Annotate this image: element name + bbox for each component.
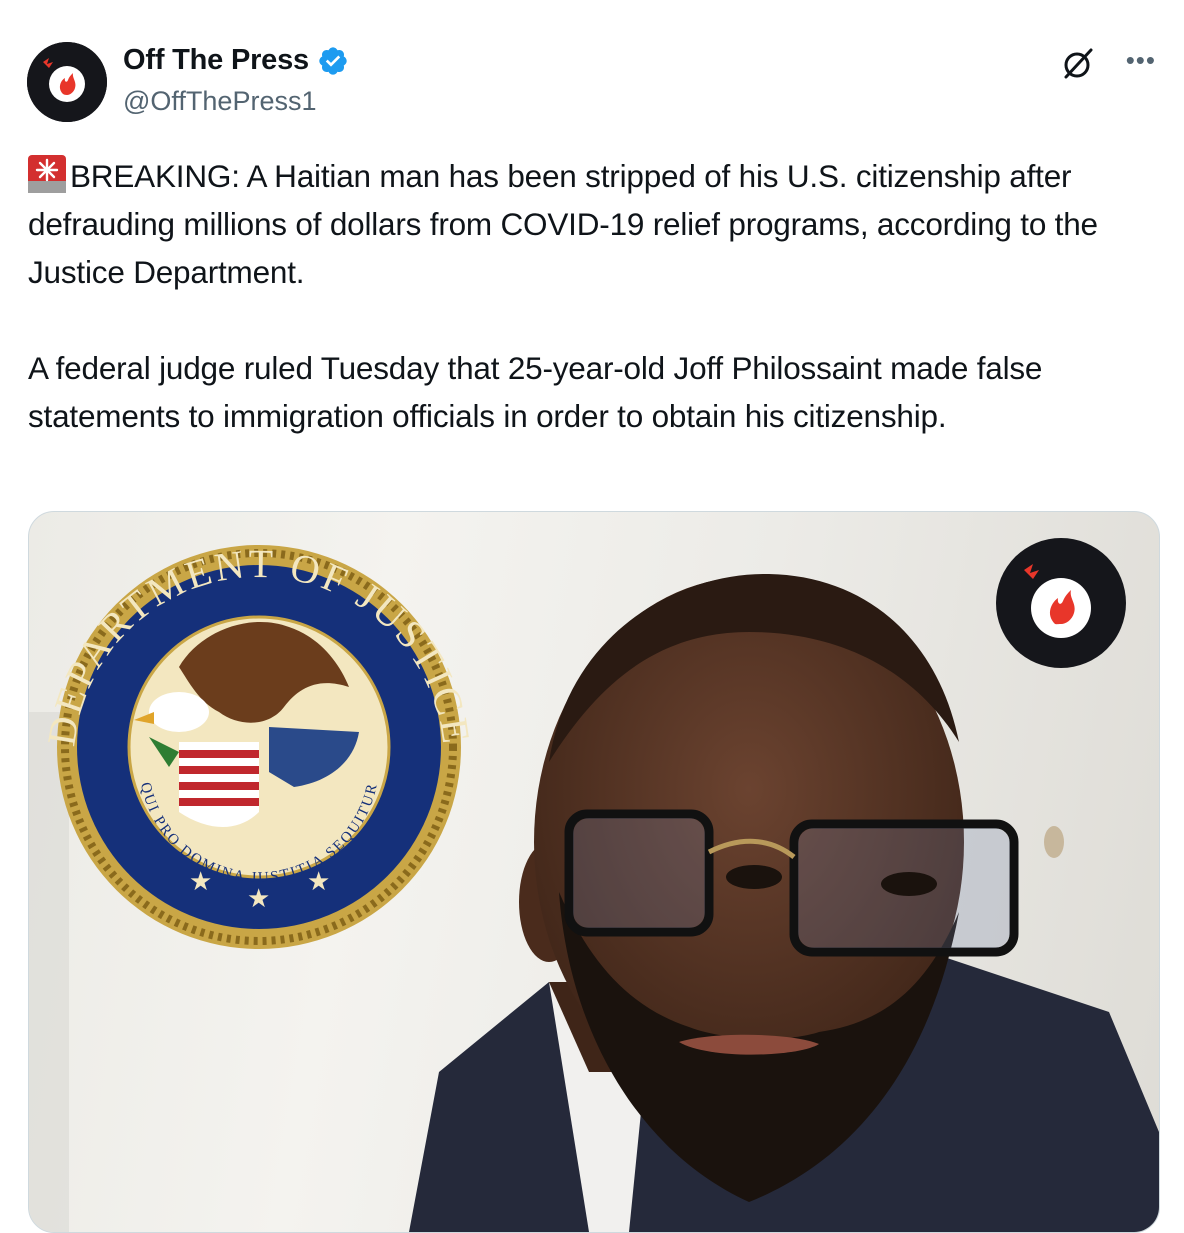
svg-text:★: ★ — [307, 867, 330, 897]
grok-icon[interactable] — [1058, 44, 1098, 84]
tweet-media-image[interactable]: DEPARTMENT OF JUSTICE QUI PRO DOMINA JUS… — [28, 511, 1160, 1233]
siren-emoji-icon — [28, 155, 66, 193]
off-the-press-watermark-icon — [996, 538, 1126, 668]
avatar[interactable] — [27, 42, 107, 122]
svg-text:★: ★ — [247, 884, 270, 914]
display-name[interactable]: Off The Press — [123, 44, 309, 77]
handle[interactable]: @OffThePress1 — [123, 86, 316, 117]
tweet-paragraph-1-text: BREAKING: A Haitian man has been strippe… — [28, 158, 1098, 290]
off-the-press-logo-icon — [27, 42, 107, 122]
media-photo: DEPARTMENT OF JUSTICE QUI PRO DOMINA JUS… — [29, 538, 1159, 1232]
more-icon[interactable]: ••• — [1126, 47, 1156, 73]
tweet-paragraph-2: A federal judge ruled Tuesday that 25-ye… — [28, 350, 1043, 434]
tweet-text: BREAKING: A Haitian man has been strippe… — [28, 152, 1158, 440]
tweet-paragraph-1: BREAKING: A Haitian man has been strippe… — [28, 152, 1158, 296]
svg-text:★: ★ — [189, 867, 212, 897]
verified-badge-icon — [319, 46, 347, 75]
